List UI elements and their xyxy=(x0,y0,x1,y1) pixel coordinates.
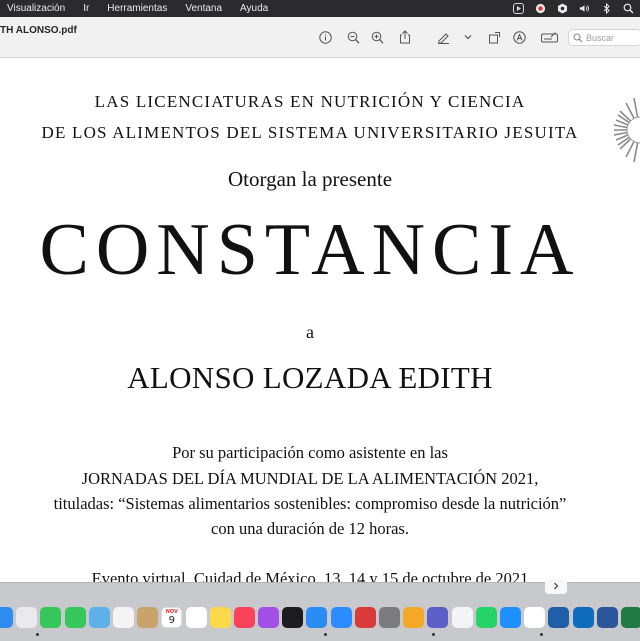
zoom-in-icon[interactable] xyxy=(370,30,384,44)
info-icon[interactable] xyxy=(318,30,332,44)
dock-app-vscode-icon[interactable] xyxy=(548,607,570,628)
dock-app-facetime-icon[interactable] xyxy=(64,607,86,628)
dock-app-maps-icon[interactable] xyxy=(88,607,110,628)
dock-app-safari-icon[interactable] xyxy=(499,607,521,628)
shield-icon[interactable] xyxy=(557,3,568,14)
dock-app-disk-utility-icon[interactable] xyxy=(379,607,400,628)
dock-app-word-icon[interactable] xyxy=(596,607,618,628)
institution-line-1: LAS LICENCIATURAS EN NUTRICIÓN Y CIENCIA xyxy=(94,92,526,111)
cast-icon[interactable] xyxy=(535,3,546,14)
menu-ir[interactable]: Ir xyxy=(74,0,98,17)
media-icon[interactable] xyxy=(513,3,524,14)
search-input[interactable] xyxy=(586,32,640,43)
dock-app-finder-icon[interactable] xyxy=(0,607,13,628)
dock-icons: NOV 9 xyxy=(0,607,640,628)
zoom-out-icon[interactable] xyxy=(346,30,360,44)
menu-bar: Visualización Ir Herramientas Ventana Ay… xyxy=(0,0,640,17)
dock-app-podcasts-icon[interactable] xyxy=(258,607,280,628)
pdf-page: LAS LICENCIATURAS EN NUTRICIÓN Y CIENCIA… xyxy=(0,58,640,582)
preview-toolbar: TH ALONSO.pdf xyxy=(0,17,640,58)
annotate-icon[interactable] xyxy=(512,30,526,44)
grant-text: Otorgan la presente xyxy=(227,167,393,191)
dock-app-launchpad-icon[interactable] xyxy=(16,607,38,628)
rotate-icon[interactable] xyxy=(487,30,501,44)
running-indicator xyxy=(540,633,543,636)
institution-line-2: DE LOS ALIMENTOS DEL SISTEMA UNIVERSITAR… xyxy=(41,123,579,142)
dock-app-apple-tv-icon[interactable] xyxy=(282,607,304,628)
dock: NOV 9 xyxy=(0,578,640,641)
document-title: TH ALONSO.pdf xyxy=(0,25,77,36)
menu-ventana[interactable]: Ventana xyxy=(176,0,231,17)
search-field[interactable] xyxy=(568,29,640,46)
menu-herramientas[interactable]: Herramientas xyxy=(98,0,176,17)
dock-app-app-store-icon[interactable] xyxy=(306,607,328,628)
recipient-name: ALONSO LOZADA EDITH xyxy=(127,360,493,395)
dock-app-contacts-icon[interactable] xyxy=(137,607,159,628)
dock-app-messages-icon[interactable] xyxy=(40,607,62,628)
status-area xyxy=(513,0,634,17)
body-line-4: con una duración de 12 horas. xyxy=(211,519,409,538)
dock-app-excel-icon[interactable] xyxy=(620,607,640,628)
seal-icon xyxy=(613,97,640,163)
menu-visualizacion[interactable]: Visualización xyxy=(0,0,74,17)
calendar-day: 9 xyxy=(168,615,175,626)
dock-app-reminders-icon[interactable] xyxy=(185,607,207,628)
dock-app-whatsapp-icon[interactable] xyxy=(475,607,497,628)
dock-app-outlook-icon[interactable] xyxy=(572,607,594,628)
body-line-3: tituladas: “Sistemas alimentarios sosten… xyxy=(53,494,567,513)
dock-app-music-icon[interactable] xyxy=(233,607,255,628)
document-heading: CONSTANCIA xyxy=(39,209,581,291)
form-fill-icon[interactable] xyxy=(540,30,558,44)
menu-list: Visualización Ir Herramientas Ventana Ay… xyxy=(0,0,277,17)
bluetooth-icon[interactable] xyxy=(601,3,612,14)
dock-app-teams-icon[interactable] xyxy=(427,607,449,628)
dock-app-photos-icon[interactable] xyxy=(112,607,134,628)
running-indicator xyxy=(36,633,39,636)
menu-ayuda[interactable]: Ayuda xyxy=(231,0,277,17)
chevron-down-icon[interactable] xyxy=(461,30,475,44)
running-indicator xyxy=(324,633,327,636)
body-line-2: JORNADAS DEL DÍA MUNDIAL DE LA ALIMENTAC… xyxy=(81,469,539,488)
chevron-right-icon[interactable] xyxy=(545,578,567,594)
to-word: a xyxy=(306,322,314,342)
share-icon[interactable] xyxy=(398,30,412,44)
dock-app-calendar-icon[interactable]: NOV 9 xyxy=(161,607,183,628)
dock-app-zotero-icon[interactable] xyxy=(354,607,376,628)
dock-app-chrome-icon[interactable] xyxy=(524,607,546,628)
dock-app-zoom-icon[interactable] xyxy=(330,607,352,628)
volume-icon[interactable] xyxy=(579,3,590,14)
dock-app-preview-icon[interactable] xyxy=(451,607,473,628)
event-line: Evento virtual, Cuidad de México, 13, 14… xyxy=(91,569,529,582)
search-icon xyxy=(573,33,583,42)
dock-app-office-folder-icon[interactable] xyxy=(403,607,425,628)
search-icon[interactable] xyxy=(623,3,634,14)
dock-app-notes-icon[interactable] xyxy=(209,607,231,628)
body-line-1: Por su participación como asistente en l… xyxy=(172,443,448,462)
markup-pen-icon[interactable] xyxy=(436,30,450,44)
running-indicator xyxy=(432,633,435,636)
